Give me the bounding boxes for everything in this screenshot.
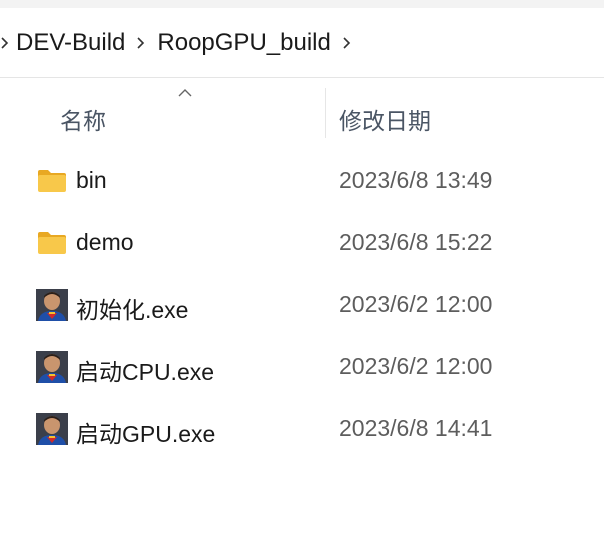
- list-item[interactable]: demo 2023/6/8 15:22: [0, 211, 604, 273]
- breadcrumb[interactable]: DEV-Build RoopGPU_build: [0, 8, 604, 78]
- app-portrait-icon: [36, 413, 68, 445]
- chevron-right-icon[interactable]: [131, 33, 151, 53]
- file-list: bin 2023/6/8 13:49 demo 2023/6/8 15:22 初…: [0, 149, 604, 459]
- file-date: 2023/6/2 12:00: [339, 291, 493, 317]
- file-name: bin: [76, 167, 107, 193]
- file-name: 启动CPU.exe: [76, 359, 215, 385]
- column-header-date-modified[interactable]: 修改日期: [339, 102, 431, 136]
- file-date: 2023/6/2 12:00: [339, 353, 493, 379]
- file-explorer-window: DEV-Build RoopGPU_build 名称 修改日期 bin 2023…: [0, 0, 604, 538]
- list-item[interactable]: 启动GPU.exe 2023/6/8 14:41: [0, 397, 604, 459]
- file-date: 2023/6/8 13:49: [339, 167, 493, 193]
- file-name: 初始化.exe: [76, 297, 189, 323]
- file-date: 2023/6/8 14:41: [339, 415, 493, 441]
- list-item[interactable]: 启动CPU.exe 2023/6/2 12:00: [0, 335, 604, 397]
- column-header-name[interactable]: 名称: [60, 102, 106, 136]
- column-header-row: 名称 修改日期: [0, 80, 604, 142]
- folder-icon: [36, 227, 68, 259]
- list-item[interactable]: 初始化.exe 2023/6/2 12:00: [0, 273, 604, 335]
- breadcrumb-item-dev-build[interactable]: DEV-Build: [10, 30, 131, 55]
- folder-icon: [36, 165, 68, 197]
- file-name: demo: [76, 229, 134, 255]
- breadcrumb-item-roopgpu-build[interactable]: RoopGPU_build: [151, 30, 336, 55]
- chevron-right-icon[interactable]: [337, 33, 357, 53]
- file-name: 启动GPU.exe: [76, 421, 216, 447]
- column-divider[interactable]: [325, 88, 326, 138]
- app-portrait-icon: [36, 351, 68, 383]
- chevron-right-icon[interactable]: [0, 33, 10, 53]
- sort-ascending-icon: [176, 86, 194, 98]
- file-date: 2023/6/8 15:22: [339, 229, 493, 255]
- toolbar-edge: [0, 0, 604, 8]
- app-portrait-icon: [36, 289, 68, 321]
- list-item[interactable]: bin 2023/6/8 13:49: [0, 149, 604, 211]
